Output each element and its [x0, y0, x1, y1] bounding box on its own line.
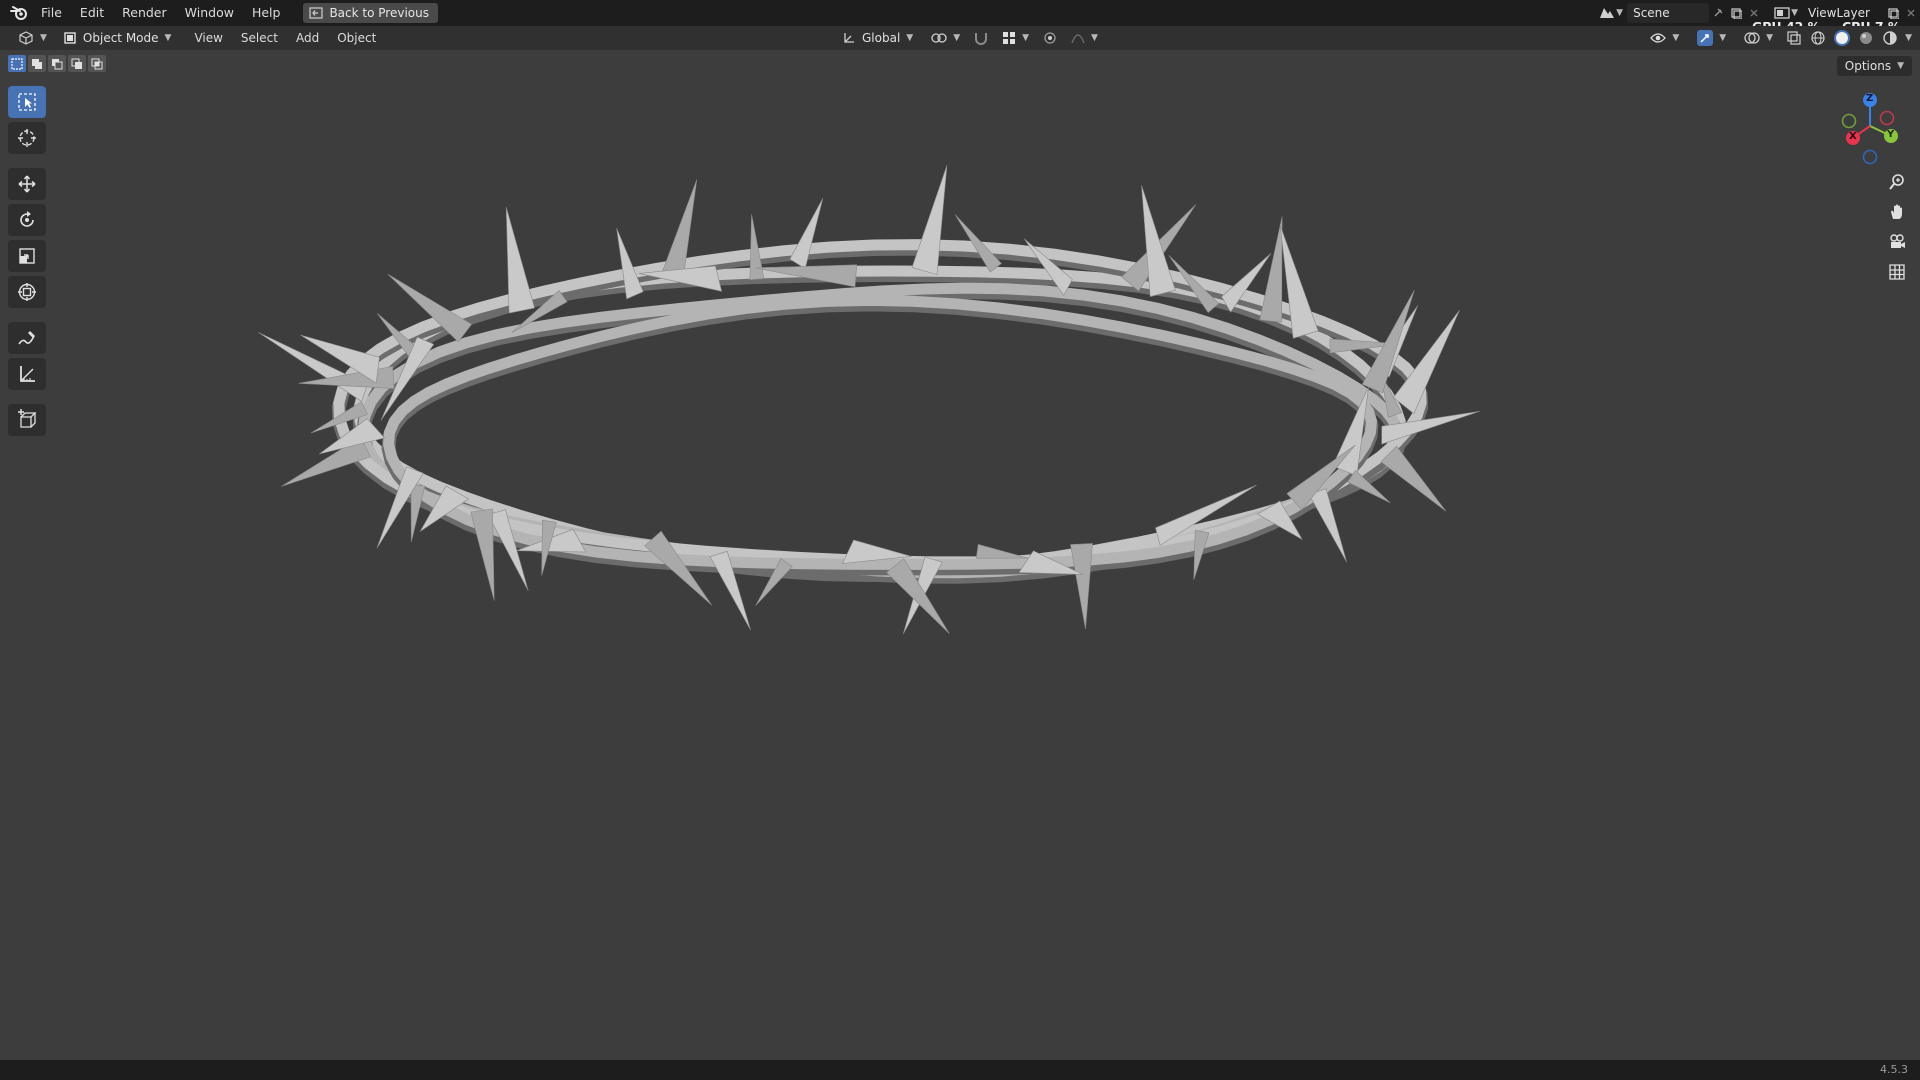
- wireframe-shading-icon[interactable]: [1809, 29, 1827, 47]
- menu-edit[interactable]: Edit: [71, 0, 113, 26]
- overlays-icon: [1744, 32, 1760, 44]
- header-menu-select[interactable]: Select: [232, 31, 287, 45]
- gizmo-selector[interactable]: ▼: [1691, 28, 1732, 48]
- scene-selector-icon[interactable]: [1598, 4, 1616, 22]
- ortho-grid-icon[interactable]: [1884, 260, 1910, 284]
- new-scene-icon[interactable]: [1727, 4, 1745, 22]
- mode-selector[interactable]: Object Mode ▼: [57, 28, 178, 48]
- chevron-down-icon: ▼: [953, 33, 961, 43]
- rotate-icon: [20, 211, 34, 227]
- object-mode-icon: [64, 32, 76, 44]
- annotate-tool[interactable]: [8, 322, 46, 354]
- material-shading-icon[interactable]: [1857, 29, 1875, 47]
- orientation-icon: [844, 33, 854, 43]
- chevron-down-icon: ▼: [1091, 33, 1098, 43]
- version-label: 4.5.3: [1880, 1063, 1908, 1076]
- select-box-icon: [18, 93, 36, 111]
- snap-toggle-icon[interactable]: [972, 29, 990, 47]
- menu-help[interactable]: Help: [243, 0, 290, 26]
- snap-grid-icon: [1003, 32, 1016, 44]
- chevron-down-icon: ▼: [1719, 33, 1727, 43]
- delete-view-layer-icon[interactable]: [1902, 4, 1920, 22]
- chevron-down-icon: ▼: [40, 33, 47, 43]
- pivot-icon: [931, 33, 947, 43]
- viewport-header: ▼ Object Mode ▼ View Select Add Object G…: [0, 26, 1920, 50]
- gizmo-z-label: Z: [1866, 93, 1874, 104]
- chevron-down-icon: ▼: [1905, 33, 1912, 43]
- add-cube-tool[interactable]: [8, 404, 46, 436]
- chevron-down-icon: ▼: [906, 33, 914, 43]
- hand-pan-icon[interactable]: [1884, 200, 1910, 224]
- annotate-icon: [18, 331, 35, 345]
- gizmo-x-label: X: [1849, 131, 1857, 142]
- tool-shelf: [8, 86, 48, 436]
- transform-orientation-selector[interactable]: Global ▼: [836, 28, 919, 48]
- 3d-viewport-icon: [19, 31, 33, 45]
- measure-icon: [20, 366, 35, 382]
- header-menu-object[interactable]: Object: [328, 31, 385, 45]
- move-icon: [18, 175, 36, 193]
- solid-shading-icon[interactable]: [1833, 29, 1851, 47]
- scale-tool[interactable]: [8, 240, 46, 272]
- cursor-tool[interactable]: [8, 122, 46, 154]
- back-to-previous-label: Back to Previous: [329, 6, 429, 20]
- menu-render[interactable]: Render: [113, 0, 176, 26]
- view-layer-name: ViewLayer: [1808, 6, 1870, 20]
- xray-toggle-icon[interactable]: [1785, 29, 1803, 47]
- chevron-down-icon: ▼: [164, 33, 172, 43]
- proportional-edit-icon[interactable]: [1041, 29, 1059, 47]
- chevron-down-icon: ▼: [1616, 8, 1624, 18]
- proportional-falloff-selector[interactable]: ▼: [1065, 28, 1104, 48]
- transform-icon: [18, 283, 36, 301]
- top-menu-bar: File Edit Render Window Help Back to Pre…: [0, 0, 1920, 26]
- back-icon: [309, 7, 324, 19]
- rotate-tool[interactable]: [8, 204, 46, 236]
- menu-window[interactable]: Window: [176, 0, 243, 26]
- move-tool[interactable]: [8, 168, 46, 200]
- mode-label: Object Mode: [82, 31, 159, 45]
- scene-name: Scene: [1633, 6, 1670, 20]
- header-menu-view[interactable]: View: [185, 31, 231, 45]
- scale-icon: [19, 248, 35, 264]
- 3d-viewport[interactable]: [0, 50, 1920, 1060]
- transform-orientation-label: Global: [862, 31, 901, 45]
- snap-element-selector[interactable]: ▼: [996, 28, 1035, 48]
- menu-file[interactable]: File: [32, 0, 71, 26]
- gizmo-y-label: Y: [1887, 129, 1895, 140]
- chevron-down-icon: ▼: [1791, 8, 1798, 18]
- status-bar: 4.5.3: [0, 1060, 1920, 1080]
- falloff-icon: [1071, 34, 1085, 44]
- zoom-icon[interactable]: [1884, 170, 1910, 194]
- navigation-gizmo[interactable]: Z Y X: [1830, 86, 1910, 166]
- viewport-navigation: [1884, 170, 1910, 284]
- select-box-tool[interactable]: [8, 86, 46, 118]
- transform-tool[interactable]: [8, 276, 46, 308]
- header-menu-add[interactable]: Add: [287, 31, 328, 45]
- rendered-shading-icon[interactable]: [1881, 29, 1899, 47]
- chevron-down-icon: ▼: [1672, 33, 1680, 43]
- chevron-down-icon: ▼: [1022, 33, 1030, 43]
- gizmo-icon: [1697, 30, 1714, 46]
- measure-tool[interactable]: [8, 358, 46, 390]
- blender-logo-icon[interactable]: [6, 0, 32, 26]
- camera-view-icon[interactable]: [1884, 230, 1910, 254]
- visibility-selector[interactable]: ▼: [1644, 28, 1685, 48]
- pivot-point-selector[interactable]: ▼: [925, 28, 966, 48]
- pin-icon[interactable]: [1709, 4, 1727, 22]
- crown-of-thorns-model: [258, 165, 1480, 635]
- back-to-previous-button[interactable]: Back to Previous: [303, 3, 438, 23]
- scene-field[interactable]: Scene: [1627, 3, 1710, 23]
- editor-type-selector[interactable]: ▼: [12, 28, 53, 48]
- add-cube-icon: [18, 409, 37, 428]
- chevron-down-icon: ▼: [1766, 33, 1774, 43]
- eye-icon: [1650, 33, 1667, 43]
- cursor-icon: [18, 129, 36, 147]
- overlays-selector[interactable]: ▼: [1738, 28, 1779, 48]
